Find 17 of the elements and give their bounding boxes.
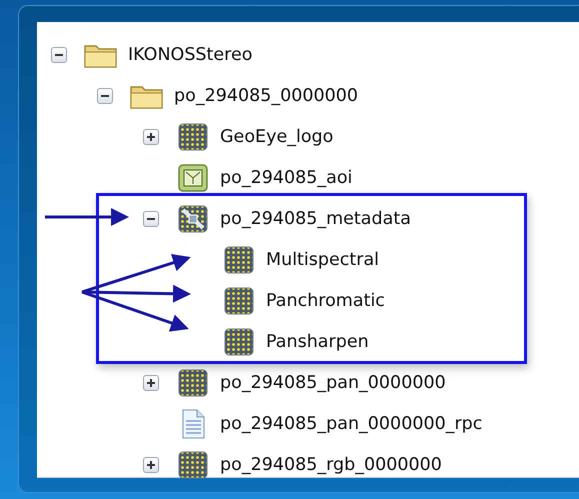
expand-toggle[interactable]: [143, 456, 159, 472]
collapse-toggle[interactable]: [143, 210, 159, 226]
expand-toggle[interactable]: [143, 128, 159, 144]
tree-item-label[interactable]: po_294085_rgb_0000000: [220, 454, 442, 474]
tree-item-label[interactable]: GeoEye_logo: [220, 126, 334, 146]
tree-item-label[interactable]: Pansharpen: [266, 332, 369, 352]
tree-item-label[interactable]: Multispectral: [266, 250, 380, 270]
collapse-toggle[interactable]: [97, 88, 113, 104]
expand-toggle[interactable]: [143, 374, 159, 390]
collapse-toggle[interactable]: [51, 46, 67, 62]
tree-item-label[interactable]: po_294085_aoi: [220, 168, 352, 188]
tree-item-label[interactable]: po_294085_pan_0000000_rpc: [220, 414, 482, 434]
tree-item-label[interactable]: po_294085_metadata: [220, 208, 411, 228]
tree-item-label[interactable]: po_294085_pan_0000000: [220, 372, 446, 392]
tree-item-label[interactable]: Panchromatic: [266, 290, 385, 310]
tree-item-label[interactable]: po_294085_0000000: [174, 86, 358, 106]
tree-item-label[interactable]: IKONOSStereo: [128, 44, 252, 64]
